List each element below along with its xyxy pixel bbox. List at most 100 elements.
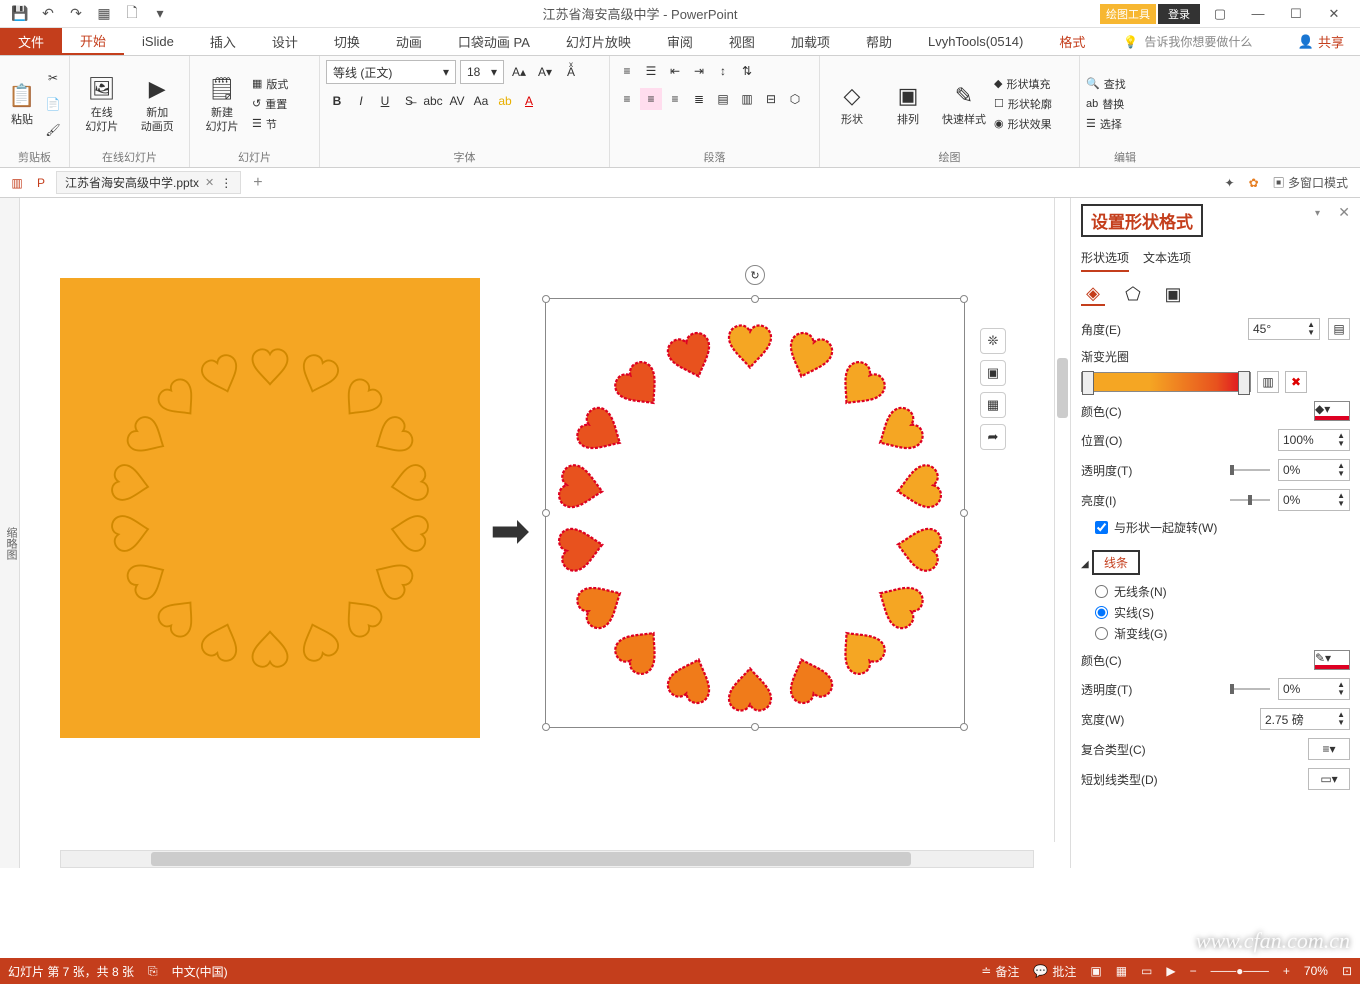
angle-spinner[interactable]: 45°▲▼ bbox=[1248, 318, 1320, 340]
layout-button[interactable]: ▦版式 bbox=[252, 76, 288, 92]
indent-left-icon[interactable]: ⇤ bbox=[664, 60, 686, 82]
login-button[interactable]: 登录 bbox=[1158, 4, 1200, 24]
sidetool-layer-icon[interactable]: ▣ bbox=[980, 360, 1006, 386]
reading-view-icon[interactable]: ▭ bbox=[1141, 964, 1152, 978]
add-anim-button[interactable]: ▶新加 动画页 bbox=[132, 62, 184, 146]
tab-home[interactable]: 开始 bbox=[62, 28, 124, 55]
shape-outline-button[interactable]: ☐形状轮廓 bbox=[994, 96, 1052, 112]
undo-icon[interactable]: ↶ bbox=[36, 2, 60, 26]
align-left-icon[interactable]: ≡ bbox=[616, 88, 638, 110]
columns-icon[interactable]: ▥ bbox=[736, 88, 758, 110]
tool-icon[interactable]: ✦ bbox=[1221, 174, 1239, 192]
online-slide-button[interactable]: 🖼在线 幻灯片 bbox=[76, 62, 128, 146]
document-tab[interactable]: 江苏省海安高级中学.pptx ✕ ⋮ bbox=[56, 171, 241, 194]
arrange-button[interactable]: ▣排列 bbox=[882, 62, 934, 146]
strike-icon[interactable]: S̶ bbox=[398, 90, 420, 112]
paste-button[interactable]: 📋粘贴 bbox=[6, 62, 38, 146]
share-button[interactable]: 👤共享 bbox=[1282, 28, 1360, 55]
tab-transition[interactable]: 切换 bbox=[316, 28, 378, 55]
width-spinner[interactable]: 2.75 磅▲▼ bbox=[1260, 708, 1350, 730]
rotate-with-shape-checkbox[interactable]: 与形状一起旋转(W) bbox=[1095, 519, 1350, 536]
font-color-icon[interactable]: A bbox=[518, 90, 540, 112]
fill-line-icon[interactable]: ◈ bbox=[1081, 282, 1105, 306]
shadow-icon[interactable]: abc bbox=[422, 90, 444, 112]
size-props-icon[interactable]: ▣ bbox=[1161, 282, 1185, 306]
scroll-thumb[interactable] bbox=[1057, 358, 1068, 418]
brightness-spinner[interactable]: 0%▲▼ bbox=[1278, 489, 1350, 511]
justify-icon[interactable]: ≣ bbox=[688, 88, 710, 110]
tab-help[interactable]: 帮助 bbox=[848, 28, 910, 55]
italic-icon[interactable]: I bbox=[350, 90, 372, 112]
normal-view-icon[interactable]: ▣ bbox=[1090, 964, 1101, 978]
resize-handle[interactable] bbox=[542, 509, 550, 517]
new-tab-button[interactable]: + bbox=[247, 174, 268, 192]
text-options-tab[interactable]: 文本选项 bbox=[1143, 249, 1191, 272]
vertical-scrollbar[interactable] bbox=[1054, 198, 1070, 842]
ribbon-options-icon[interactable]: ▢ bbox=[1202, 0, 1238, 28]
close-icon[interactable]: ✕ bbox=[1338, 204, 1350, 221]
highlight-icon[interactable]: ab bbox=[494, 90, 516, 112]
find-button[interactable]: 🔍查找 bbox=[1086, 76, 1126, 92]
align-center-icon[interactable]: ≡ bbox=[640, 88, 662, 110]
redo-icon[interactable]: ↷ bbox=[64, 2, 88, 26]
shrink-font-icon[interactable]: A▾ bbox=[534, 61, 556, 83]
zoom-level[interactable]: 70% bbox=[1304, 964, 1328, 978]
tab-format[interactable]: 格式 bbox=[1041, 28, 1103, 55]
tab-design[interactable]: 设计 bbox=[254, 28, 316, 55]
horizontal-scrollbar[interactable] bbox=[60, 850, 1034, 868]
angle-more-icon[interactable]: ▤ bbox=[1328, 318, 1350, 340]
solid-line-radio[interactable]: 实线(S) bbox=[1095, 604, 1350, 621]
tab-lvyh[interactable]: LvyhTools(0514) bbox=[910, 28, 1041, 55]
color-picker[interactable]: ◆▾ bbox=[1314, 401, 1350, 421]
brightness-slider[interactable] bbox=[1230, 499, 1270, 501]
accessibility-icon[interactable]: ⎘ bbox=[148, 964, 158, 979]
qat-more-icon[interactable]: ▾ bbox=[148, 2, 172, 26]
close-icon[interactable]: ✕ bbox=[1316, 0, 1352, 28]
tab-pa[interactable]: 口袋动画 PA bbox=[440, 28, 548, 55]
shape-effects-button[interactable]: ◉形状效果 bbox=[994, 116, 1052, 132]
fit-window-icon[interactable]: ⊡ bbox=[1342, 964, 1352, 978]
char-spacing-icon[interactable]: AV bbox=[446, 90, 468, 112]
comments-button[interactable]: 💬 批注 bbox=[1033, 963, 1076, 980]
rotate-handle[interactable]: ↻ bbox=[745, 265, 765, 285]
line-trans-slider[interactable] bbox=[1230, 688, 1270, 690]
gradient-line-radio[interactable]: 渐变线(G) bbox=[1095, 625, 1350, 642]
nav-pane-icon[interactable]: ▥ bbox=[8, 174, 26, 192]
gradient-slider[interactable] bbox=[1081, 372, 1251, 392]
transparency-spinner[interactable]: 0%▲▼ bbox=[1278, 459, 1350, 481]
zoom-out-icon[interactable]: − bbox=[1190, 964, 1197, 978]
compound-picker[interactable]: ≡▾ bbox=[1308, 738, 1350, 760]
language-indicator[interactable]: 中文(中国) bbox=[172, 963, 228, 980]
bullets-icon[interactable]: ≡ bbox=[616, 60, 638, 82]
align-text-icon[interactable]: ⊟ bbox=[760, 88, 782, 110]
reset-button[interactable]: ↺重置 bbox=[252, 96, 288, 112]
resize-handle[interactable] bbox=[751, 295, 759, 303]
heart-ring-right[interactable] bbox=[550, 318, 950, 718]
sidetool-export-icon[interactable]: ➦ bbox=[980, 424, 1006, 450]
transparency-slider[interactable] bbox=[1230, 469, 1270, 471]
save-icon[interactable]: 💾 bbox=[8, 2, 32, 26]
shape-fill-button[interactable]: ◆形状填充 bbox=[994, 76, 1052, 92]
expand-icon[interactable]: ◢ bbox=[1081, 559, 1089, 570]
tab-view[interactable]: 视图 bbox=[711, 28, 773, 55]
resize-handle[interactable] bbox=[960, 509, 968, 517]
resize-handle[interactable] bbox=[542, 723, 550, 731]
add-stop-icon[interactable]: ▥ bbox=[1257, 371, 1279, 393]
sorter-view-icon[interactable]: ▦ bbox=[1116, 964, 1127, 978]
tab-addin[interactable]: 加载项 bbox=[773, 28, 848, 55]
font-name-combo[interactable]: 等线 (正文)▾ bbox=[326, 60, 456, 84]
bold-icon[interactable]: B bbox=[326, 90, 348, 112]
distribute-icon[interactable]: ▤ bbox=[712, 88, 734, 110]
font-size-combo[interactable]: 18▾ bbox=[460, 60, 504, 84]
replace-button[interactable]: ab替换 bbox=[1086, 96, 1126, 112]
gradient-stop[interactable] bbox=[1238, 371, 1250, 395]
pane-options-icon[interactable]: ▾ bbox=[1315, 208, 1320, 219]
gradient-stop[interactable] bbox=[1082, 371, 1094, 395]
line-trans-spinner[interactable]: 0%▲▼ bbox=[1278, 678, 1350, 700]
tab-slideshow[interactable]: 幻灯片放映 bbox=[548, 28, 649, 55]
resize-handle[interactable] bbox=[960, 723, 968, 731]
select-button[interactable]: ☰选择 bbox=[1086, 116, 1126, 132]
thumbnail-collapse[interactable]: 缩略图 bbox=[0, 198, 20, 868]
align-right-icon[interactable]: ≡ bbox=[664, 88, 686, 110]
sidetool-align-icon[interactable]: ▦ bbox=[980, 392, 1006, 418]
